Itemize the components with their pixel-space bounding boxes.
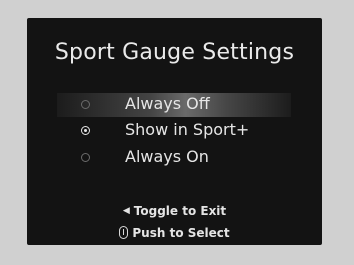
option-label: Always On: [125, 147, 209, 166]
screen-title: Sport Gauge Settings: [54, 40, 295, 65]
hint-push-select: Push to Select: [27, 226, 322, 240]
display-screen: Sport Gauge Settings Always Off Show in …: [27, 18, 322, 245]
radio-unchecked-icon: [81, 100, 90, 109]
triangle-left-icon: ◀: [122, 205, 130, 216]
dial-knob-icon: [119, 226, 129, 239]
hint-toggle-exit: ◀ Toggle to Exit: [27, 204, 322, 218]
radio-unchecked-icon: [81, 153, 90, 162]
radio-checked-icon: [81, 126, 90, 135]
option-label: Show in Sport+: [125, 120, 250, 139]
option-show-in-sport-plus[interactable]: Show in Sport+: [57, 119, 291, 143]
hint-select-label: Push to Select: [132, 226, 230, 240]
option-always-off[interactable]: Always Off: [57, 93, 291, 117]
option-label: Always Off: [125, 94, 210, 113]
hint-exit-label: Toggle to Exit: [133, 204, 227, 218]
option-always-on[interactable]: Always On: [57, 146, 291, 170]
